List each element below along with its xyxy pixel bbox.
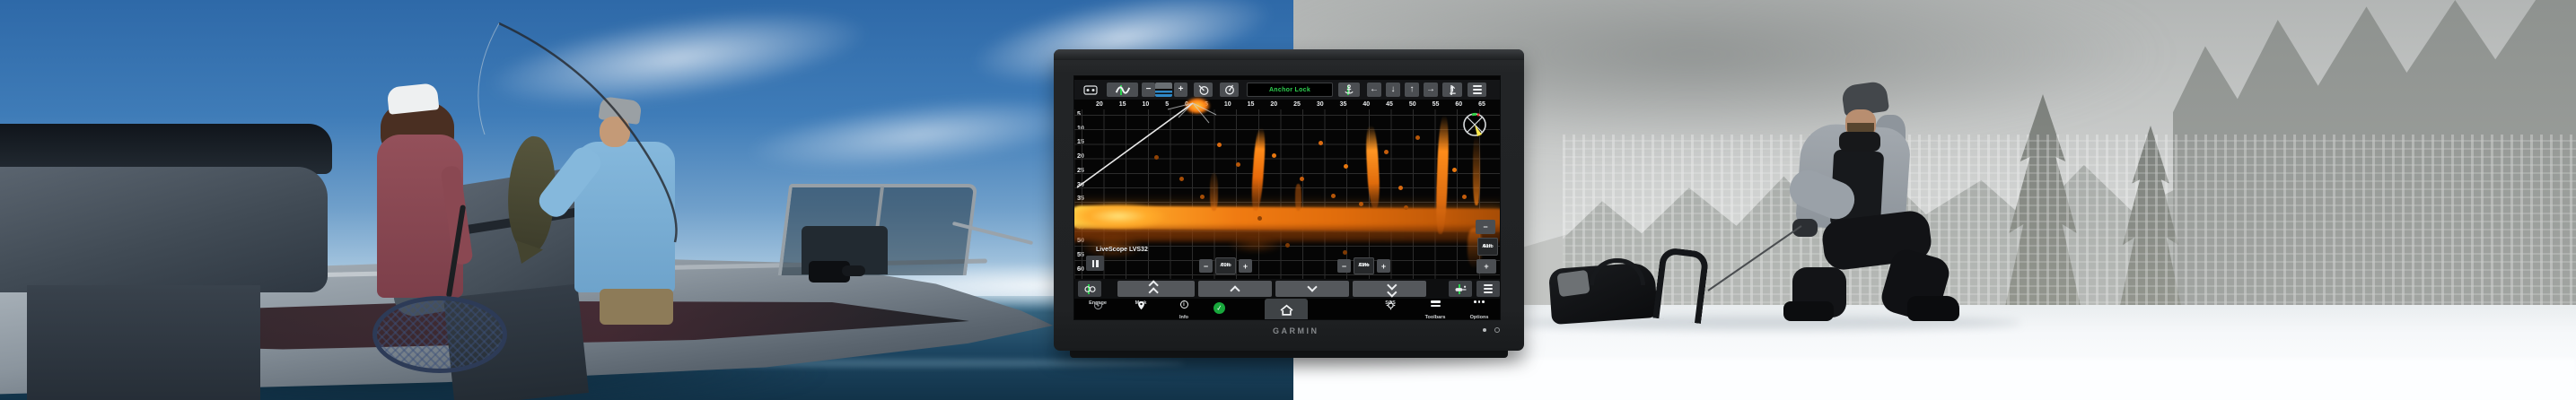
- options-label: Options: [1470, 315, 1489, 320]
- double-chevron-down-icon: [1386, 282, 1393, 296]
- orientation-compass: [1460, 110, 1489, 139]
- hamburger-menu-icon: [1484, 284, 1493, 293]
- engage-button[interactable]: Engage: [1078, 300, 1117, 320]
- info-icon: i: [1180, 300, 1188, 309]
- chartplotter-device: − + Anchor Lock ← ↓ ↑ →: [1054, 49, 1524, 351]
- forward-range-plus-button[interactable]: +: [1476, 259, 1496, 274]
- info-label: Info: [1179, 315, 1188, 320]
- info-button[interactable]: i Info: [1164, 300, 1204, 320]
- trolling-motor-icon: [1454, 284, 1468, 294]
- device-top-bezel: [1054, 49, 1524, 60]
- options-button[interactable]: Options: [1459, 300, 1499, 320]
- forward-range-value: 61ft: [1484, 244, 1493, 249]
- toolbars-icon: [1431, 300, 1441, 307]
- gain-auto-plus-button[interactable]: +: [1377, 259, 1390, 273]
- home-icon: [1280, 304, 1293, 316]
- page-first-button[interactable]: [1117, 281, 1195, 297]
- toolbars-label: Toolbars: [1425, 315, 1446, 320]
- chevron-down-icon: [1307, 282, 1317, 291]
- depth-range-auto[interactable]: Auto 70ft: [1215, 257, 1236, 274]
- power-led: [1483, 328, 1486, 332]
- trolling-motor-button[interactable]: [1449, 281, 1472, 297]
- gain-auto-minus-button[interactable]: −: [1337, 259, 1351, 273]
- mark-button[interactable]: Mark: [1121, 300, 1161, 320]
- brand-logo: GARMIN: [1054, 322, 1524, 338]
- pause-icon: [1092, 260, 1095, 267]
- gain-auto[interactable]: Auto 73%: [1354, 257, 1374, 274]
- double-chevron-up-icon: [1152, 282, 1160, 296]
- link-button[interactable]: [1078, 281, 1101, 297]
- page-last-button[interactable]: [1353, 281, 1426, 297]
- engage-icon: [1093, 300, 1103, 310]
- light-sensor: [1494, 327, 1500, 333]
- sonar-screen: − + Anchor Lock ← ↓ ↑ →: [1073, 75, 1501, 320]
- marketing-banner: − + Anchor Lock ← ↓ ↑ →: [0, 0, 2576, 400]
- page-down-button[interactable]: [1275, 281, 1349, 297]
- options-dots-icon: [1474, 300, 1485, 303]
- nav-menu-button[interactable]: [1476, 281, 1500, 297]
- sos-icon: [1386, 300, 1396, 310]
- home-button[interactable]: [1265, 299, 1308, 320]
- link-icon: [1083, 285, 1097, 293]
- map-pin-icon: [1137, 300, 1145, 310]
- pause-icon: [1096, 260, 1099, 267]
- toolbars-button[interactable]: Toolbars: [1415, 300, 1455, 320]
- chevron-up-icon: [1230, 285, 1240, 295]
- sonar-source-label: LiveScope LVS32: [1096, 247, 1148, 253]
- gain-value: 73%: [1359, 263, 1369, 268]
- depth-range-minus-button[interactable]: −: [1199, 259, 1213, 273]
- sos-button[interactable]: SOS: [1371, 300, 1410, 320]
- pause-button[interactable]: [1086, 256, 1104, 271]
- page-up-button[interactable]: [1198, 281, 1272, 297]
- forward-range-minus-button[interactable]: −: [1476, 220, 1495, 234]
- depth-range-value: 70ft: [1222, 263, 1231, 268]
- depth-range-plus-button[interactable]: +: [1239, 259, 1252, 273]
- forward-range-auto[interactable]: Auto 61ft: [1477, 238, 1498, 256]
